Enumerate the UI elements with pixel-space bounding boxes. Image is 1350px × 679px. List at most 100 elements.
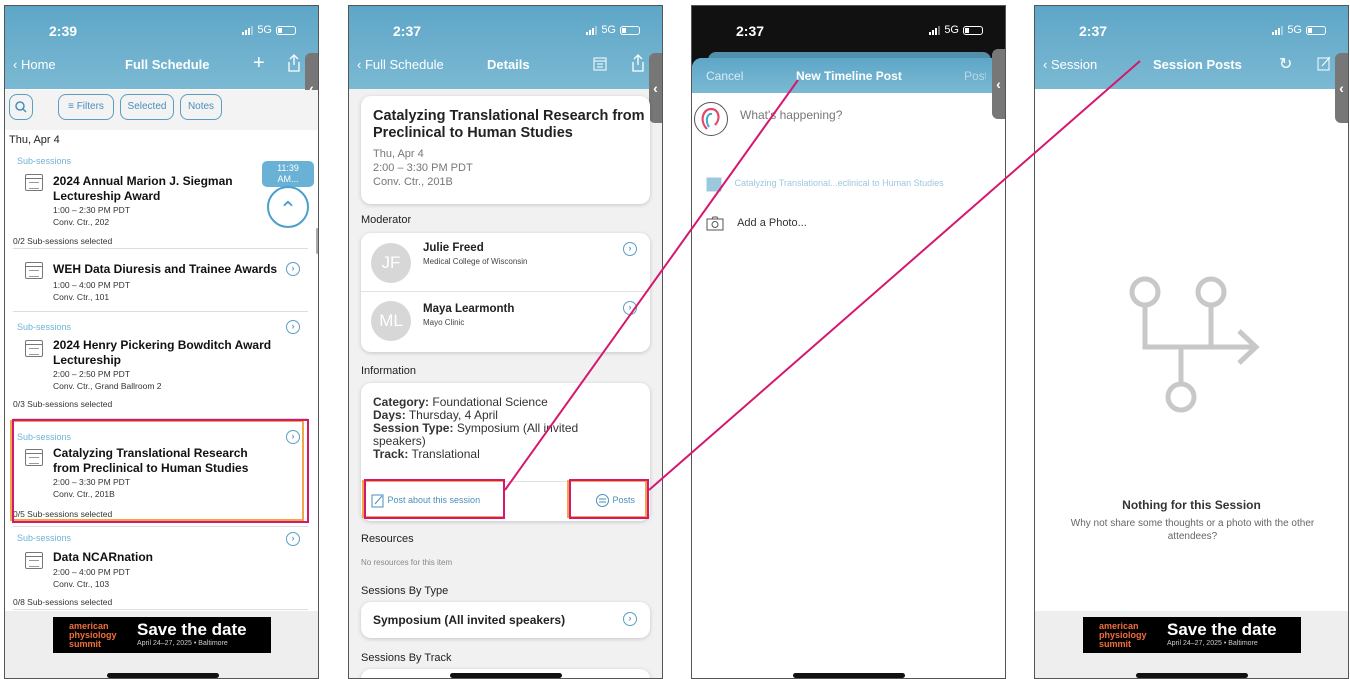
collapse-side-tab[interactable]: ‹ [1335,53,1348,123]
back-button[interactable]: ‹ Full Schedule [357,57,444,72]
page-title: Details [487,57,530,72]
chevron-right-icon[interactable]: › [623,301,637,315]
home-indicator [107,673,219,678]
information-heading: Information [361,365,417,377]
screen-full-schedule: 2:39 5G ‹ Home Full Schedule + ‹ ≡ Filte… [4,5,319,679]
nav-header: 2:37 5G ‹ Session Session Posts ↻ [1035,6,1348,89]
chevron-right-icon[interactable]: › [623,612,637,626]
sheet-title: New Timeline Post [796,69,902,83]
ad-banner[interactable]: american physiology summit Save the date A… [1083,617,1301,653]
status-time: 2:37 [393,23,422,39]
sessions-by-type-row[interactable]: Symposium (All invited speakers) › [361,602,650,638]
sessions-by-type-heading: Sessions By Type [361,585,449,597]
chevron-right-icon[interactable]: › [286,262,300,276]
signal-icon [1272,25,1284,35]
person-row[interactable]: ML Maya Learmonth Mayo Clinic › [361,293,650,352]
status-time: 2:37 [1079,23,1108,39]
status-icons: 5G [242,24,296,36]
post-button[interactable]: Post [964,69,986,83]
chevron-right-icon[interactable]: › [286,320,300,334]
chevron-right-icon[interactable]: › [623,242,637,256]
nav-header: 2:39 5G ‹ Home Full Schedule + [5,6,318,89]
back-button[interactable]: ‹ Session [1043,57,1097,72]
status-icons: 5G [586,24,640,36]
page-title: Full Schedule [125,57,210,72]
list-item[interactable]: Sub-sessions › 2024 Henry Pickering Bowd… [13,316,308,419]
battery-icon [620,25,640,35]
ad-banner[interactable]: american physiology summit Save the date A… [53,617,271,653]
notes-button[interactable]: Notes [180,94,222,120]
compose-sheet: Cancel New Timeline Post Post What's hap… [692,58,1005,678]
battery-icon [276,25,296,35]
resources-heading: Resources [361,533,414,545]
summit-logo: american physiology summit [1099,621,1147,649]
cancel-button[interactable]: Cancel [706,69,743,83]
moderator-card: JF Julie Freed Medical College of Wiscon… [361,233,650,352]
back-button[interactable]: ‹ Home [13,57,56,72]
linked-session: Catalyzing Translational...eclinical to … [706,176,944,192]
collapse-side-tab[interactable]: ‹ [992,49,1005,119]
add-icon[interactable]: + [253,52,265,75]
battery-icon [963,25,983,35]
post-text-input[interactable]: What's happening? [740,108,842,122]
sessions-by-track-heading: Sessions By Track [361,652,452,664]
chevron-right-icon[interactable]: › [286,532,300,546]
post-about-session-button[interactable]: Post about this session [371,493,480,508]
status-time: 2:39 [49,23,78,39]
session-title: Catalyzing Translational Research from P… [373,108,645,141]
search-button[interactable] [9,94,33,120]
info-block: Category: Foundational Science Days: Thu… [373,395,579,461]
calendar-icon [706,177,722,192]
app-logo-avatar [694,102,728,136]
status-icons: 5G [929,24,983,36]
chevron-right-icon[interactable]: › [286,430,300,444]
empty-title: Nothing for this Session [1122,498,1261,512]
calendar-icon [25,449,43,466]
home-indicator [793,673,905,678]
list-item[interactable]: WEH Data Diuresis and Trainee Awards 1:0… [13,254,308,312]
screen-session-posts: 2:37 5G ‹ Session Session Posts ↻ ‹ Noth… [1034,5,1349,679]
screen-new-timeline-post: 2:37 5G Cancel New Timeline Post Post Wh… [691,5,1006,679]
calendar-add-icon[interactable] [593,56,607,71]
calendar-icon [25,174,43,191]
sheet-header: Cancel New Timeline Post Post [692,58,1005,93]
compose-icon [371,494,384,508]
add-photo-button[interactable]: Add a Photo... [706,216,807,231]
calendar-icon [25,340,43,357]
refresh-icon[interactable]: ↻ [1279,54,1292,74]
list-item[interactable]: Sub-sessions › Catalyzing Translational … [13,426,308,527]
person-row[interactable]: JF Julie Freed Medical College of Wiscon… [361,233,650,292]
selected-button[interactable]: Selected [120,94,174,120]
avatar: ML [371,301,411,341]
calendar-icon [25,552,43,569]
share-icon[interactable] [631,54,645,72]
page-title: Session Posts [1153,57,1242,72]
chat-bubble-icon [596,494,609,507]
moderator-heading: Moderator [361,214,412,226]
timeline-empty-icon [1129,276,1260,413]
sliders-icon: ≡ [68,101,77,112]
screen-session-details: 2:37 5G ‹ Full Schedule Details ‹ Cataly… [348,5,663,679]
share-icon[interactable] [287,54,301,72]
collapse-side-tab[interactable]: ‹ [649,53,662,123]
session-header-card: Catalyzing Translational Research from P… [361,96,650,204]
information-card: Category: Foundational Science Days: Thu… [361,383,650,521]
filters-button[interactable]: ≡ Filters [58,94,114,120]
scrollbar[interactable] [316,228,318,254]
compose-icon[interactable] [1317,56,1331,71]
posts-button[interactable]: Posts [595,493,635,508]
signal-icon [586,25,598,35]
resources-empty: No resources for this item [361,558,453,567]
camera-icon [706,216,724,231]
avatar: JF [371,243,411,283]
summit-logo: american physiology summit [69,621,117,649]
scroll-up-button[interactable]: ⌃ [267,186,309,228]
filter-bar: ≡ Filters Selected Notes [5,90,318,130]
status-icons: 5G [1272,24,1326,36]
empty-body: Why not share some thoughts or a photo w… [1070,518,1315,542]
home-indicator [450,673,562,678]
list-item[interactable]: Sub-sessions › Data NCARnation 2:00 – 4:… [13,532,308,610]
nav-header: 2:37 5G ‹ Full Schedule Details [349,6,662,89]
home-indicator [1136,673,1248,678]
now-badge[interactable]: 11:39 AM... [262,161,314,187]
